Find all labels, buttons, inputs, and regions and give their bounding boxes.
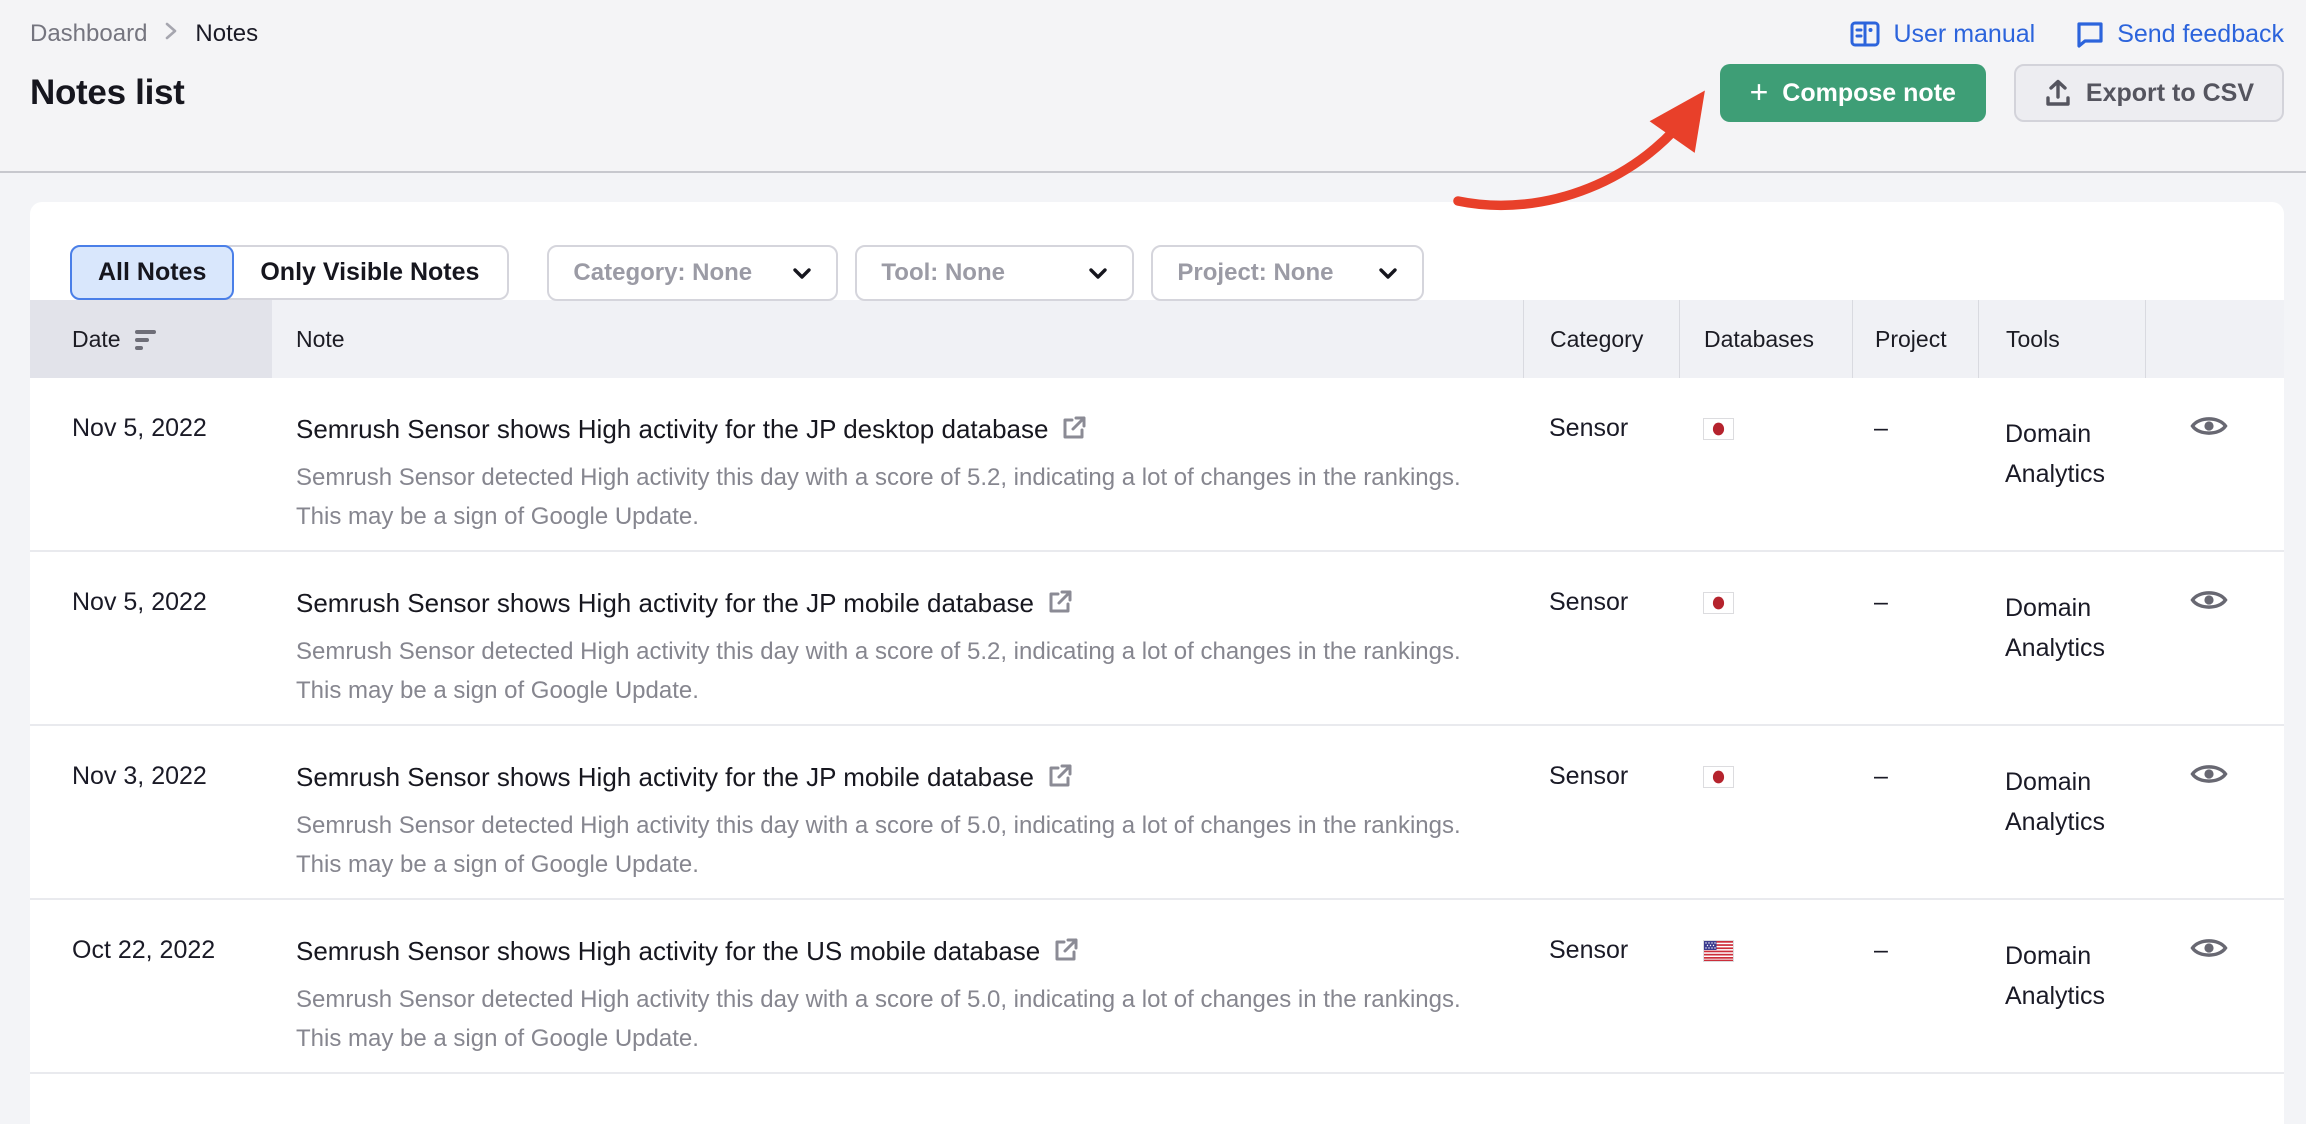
note-date: Nov 5, 2022 [30,552,272,724]
tab-only-visible-notes[interactable]: Only Visible Notes [232,247,507,298]
table-row: Nov 3, 2022 Semrush Sensor shows High ac… [30,726,2284,900]
visibility-eye-button[interactable] [2190,760,2228,791]
note-project: – [1852,900,1978,1072]
note-date: Oct 22, 2022 [30,900,272,1072]
note-category: Sensor [1523,378,1679,550]
note-tool: Domain Analytics [1978,900,2145,1072]
chevron-right-icon [163,19,179,50]
breadcrumb-notes: Notes [195,20,258,48]
compose-note-button[interactable]: + Compose note [1720,64,1986,122]
table-row: Nov 5, 2022 Semrush Sensor shows High ac… [30,552,2284,726]
user-manual-link[interactable]: User manual [1849,19,2035,49]
chevron-down-icon [790,261,814,285]
send-feedback-label: Send feedback [2117,20,2284,49]
export-csv-button[interactable]: Export to CSV [2014,64,2284,122]
external-link-icon[interactable] [1060,414,1088,442]
top-bar: Dashboard Notes [0,0,2306,173]
column-header-databases: Databases [1679,300,1852,378]
note-date: Nov 5, 2022 [30,378,272,550]
user-manual-label: User manual [1893,20,2035,49]
chevron-down-icon [1086,261,1110,285]
column-header-note: Note [272,300,1523,378]
flag-jp-icon [1703,418,1734,440]
note-category: Sensor [1523,552,1679,724]
table-row: Oct 22, 2022 Semrush Sensor shows High a… [30,900,2284,1074]
flag-jp-icon [1703,592,1734,614]
note-category: Sensor [1523,726,1679,898]
filter-bar: All Notes Only Visible Notes Category: N… [30,202,2284,300]
note-description: Semrush Sensor detected High activity th… [296,806,1466,884]
note-description: Semrush Sensor detected High activity th… [296,458,1466,536]
upload-icon [2044,78,2072,108]
compose-note-label: Compose note [1782,79,1956,108]
external-link-icon[interactable] [1052,936,1080,964]
table-body: Nov 5, 2022 Semrush Sensor shows High ac… [30,378,2284,1074]
note-description: Semrush Sensor detected High activity th… [296,632,1466,710]
flag-us-icon [1703,940,1734,962]
notes-visibility-toggle: All Notes Only Visible Notes [70,245,509,300]
visibility-eye-button[interactable] [2190,934,2228,965]
note-category: Sensor [1523,900,1679,1072]
flag-jp-icon [1703,766,1734,788]
visibility-eye-button[interactable] [2190,586,2228,617]
column-header-category: Category [1523,300,1679,378]
visibility-eye-button[interactable] [2190,412,2228,443]
note-date: Nov 3, 2022 [30,726,272,898]
note-project: – [1852,726,1978,898]
tab-all-notes[interactable]: All Notes [70,245,234,300]
note-description: Semrush Sensor detected High activity th… [296,980,1466,1058]
tool-filter-dropdown[interactable]: Tool: None [855,245,1134,301]
notes-card: All Notes Only Visible Notes Category: N… [30,202,2284,1124]
plus-icon: + [1750,76,1769,108]
export-csv-label: Export to CSV [2086,79,2254,108]
note-project: – [1852,378,1978,550]
open-book-icon [1849,19,1881,49]
column-header-actions [2145,300,2284,378]
category-filter-dropdown[interactable]: Category: None [547,245,838,301]
chevron-down-icon [1376,261,1400,285]
page-title: Notes list [30,73,185,113]
note-title: Semrush Sensor shows High activity for t… [296,762,1034,793]
table-row: Nov 5, 2022 Semrush Sensor shows High ac… [30,378,2284,552]
speech-bubble-icon [2075,19,2105,49]
external-link-icon[interactable] [1046,762,1074,790]
notes-list-page: Dashboard Notes [0,0,2306,1124]
external-link-icon[interactable] [1046,588,1074,616]
note-project: – [1852,552,1978,724]
sort-descending-icon [135,330,156,350]
note-tool: Domain Analytics [1978,552,2145,724]
send-feedback-link[interactable]: Send feedback [2075,19,2284,49]
note-title: Semrush Sensor shows High activity for t… [296,588,1034,619]
column-header-project: Project [1852,300,1978,378]
column-header-date[interactable]: Date [30,300,272,378]
column-header-tools: Tools [1978,300,2145,378]
breadcrumb-dashboard[interactable]: Dashboard [30,20,147,48]
project-filter-dropdown[interactable]: Project: None [1151,245,1424,301]
note-title: Semrush Sensor shows High activity for t… [296,936,1040,967]
table-header: Date Note Category Databases Project Too… [30,300,2284,378]
breadcrumb: Dashboard Notes [30,19,258,50]
note-title: Semrush Sensor shows High activity for t… [296,414,1048,445]
main-area: All Notes Only Visible Notes Category: N… [0,173,2306,1124]
note-tool: Domain Analytics [1978,378,2145,550]
note-tool: Domain Analytics [1978,726,2145,898]
